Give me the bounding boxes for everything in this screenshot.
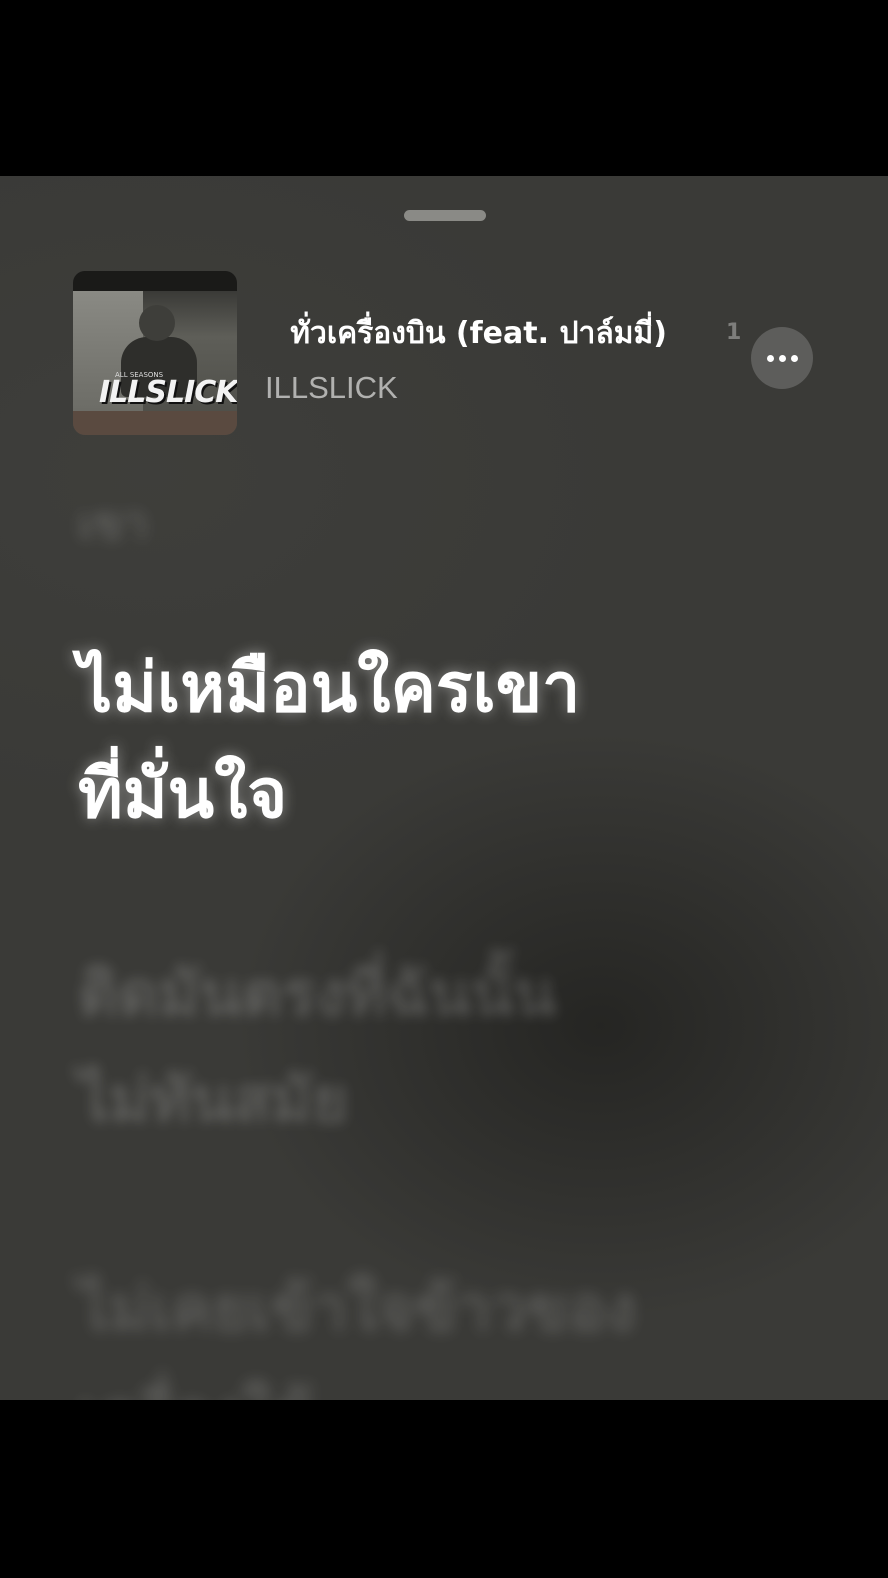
lyric-text: ไม่เหมือนใครเขา	[78, 649, 581, 728]
lyric-line-next[interactable]: ติดมันตรงที่ฉันนั้น ไม่ทันสมัย	[78, 941, 778, 1153]
now-playing-lyrics-sheet: ALL SEASONS ILLSLICK ทั่วเครื่องบิน (fea…	[0, 176, 888, 1400]
song-title-marquee[interactable]: ทั่วเครื่องบิน (feat. ปาล์มมี่)	[237, 311, 737, 359]
ellipsis-icon-dot	[790, 354, 798, 362]
lyric-text: ไม่ทันสมัย	[78, 1063, 349, 1136]
artwork-top-strip	[73, 271, 237, 291]
lyric-text: ติดมันตรงที่ฉันนั้น	[78, 957, 556, 1030]
artwork-figure-head	[139, 305, 175, 341]
lyric-line-current[interactable]: ไม่เหมือนใครเขา ที่มั่นใจ	[78, 636, 778, 848]
lyric-text: เขา	[78, 498, 148, 549]
lyric-text: ที่มั่นใจ	[78, 755, 288, 834]
screen: ALL SEASONS ILLSLICK ทั่วเครื่องบิน (fea…	[0, 0, 888, 1578]
artwork-logo: ILLSLICK	[99, 375, 237, 410]
album-artwork[interactable]: ALL SEASONS ILLSLICK	[73, 271, 237, 435]
more-options-button[interactable]	[751, 327, 813, 389]
lyric-line-next[interactable]: ไม่เคยเข้าใจข้าวของ เครื่องใช้	[78, 1256, 778, 1400]
lyric-text: ไม่เคยเข้าใจข้าวของ	[78, 1272, 636, 1345]
song-title: ทั่วเครื่องบิน (feat. ปาล์มมี่)	[290, 316, 667, 351]
artist-name[interactable]: ILLSLICK	[265, 370, 398, 406]
artwork-floor	[73, 411, 237, 435]
ellipsis-icon-dot	[778, 354, 786, 362]
song-title-overflow: 1	[726, 320, 742, 345]
sheet-grabber-handle[interactable]	[404, 210, 486, 221]
ellipsis-icon-dot	[766, 354, 774, 362]
lyric-text: เครื่องใช้	[78, 1378, 314, 1400]
lyric-line-previous[interactable]: เขา	[78, 488, 778, 558]
